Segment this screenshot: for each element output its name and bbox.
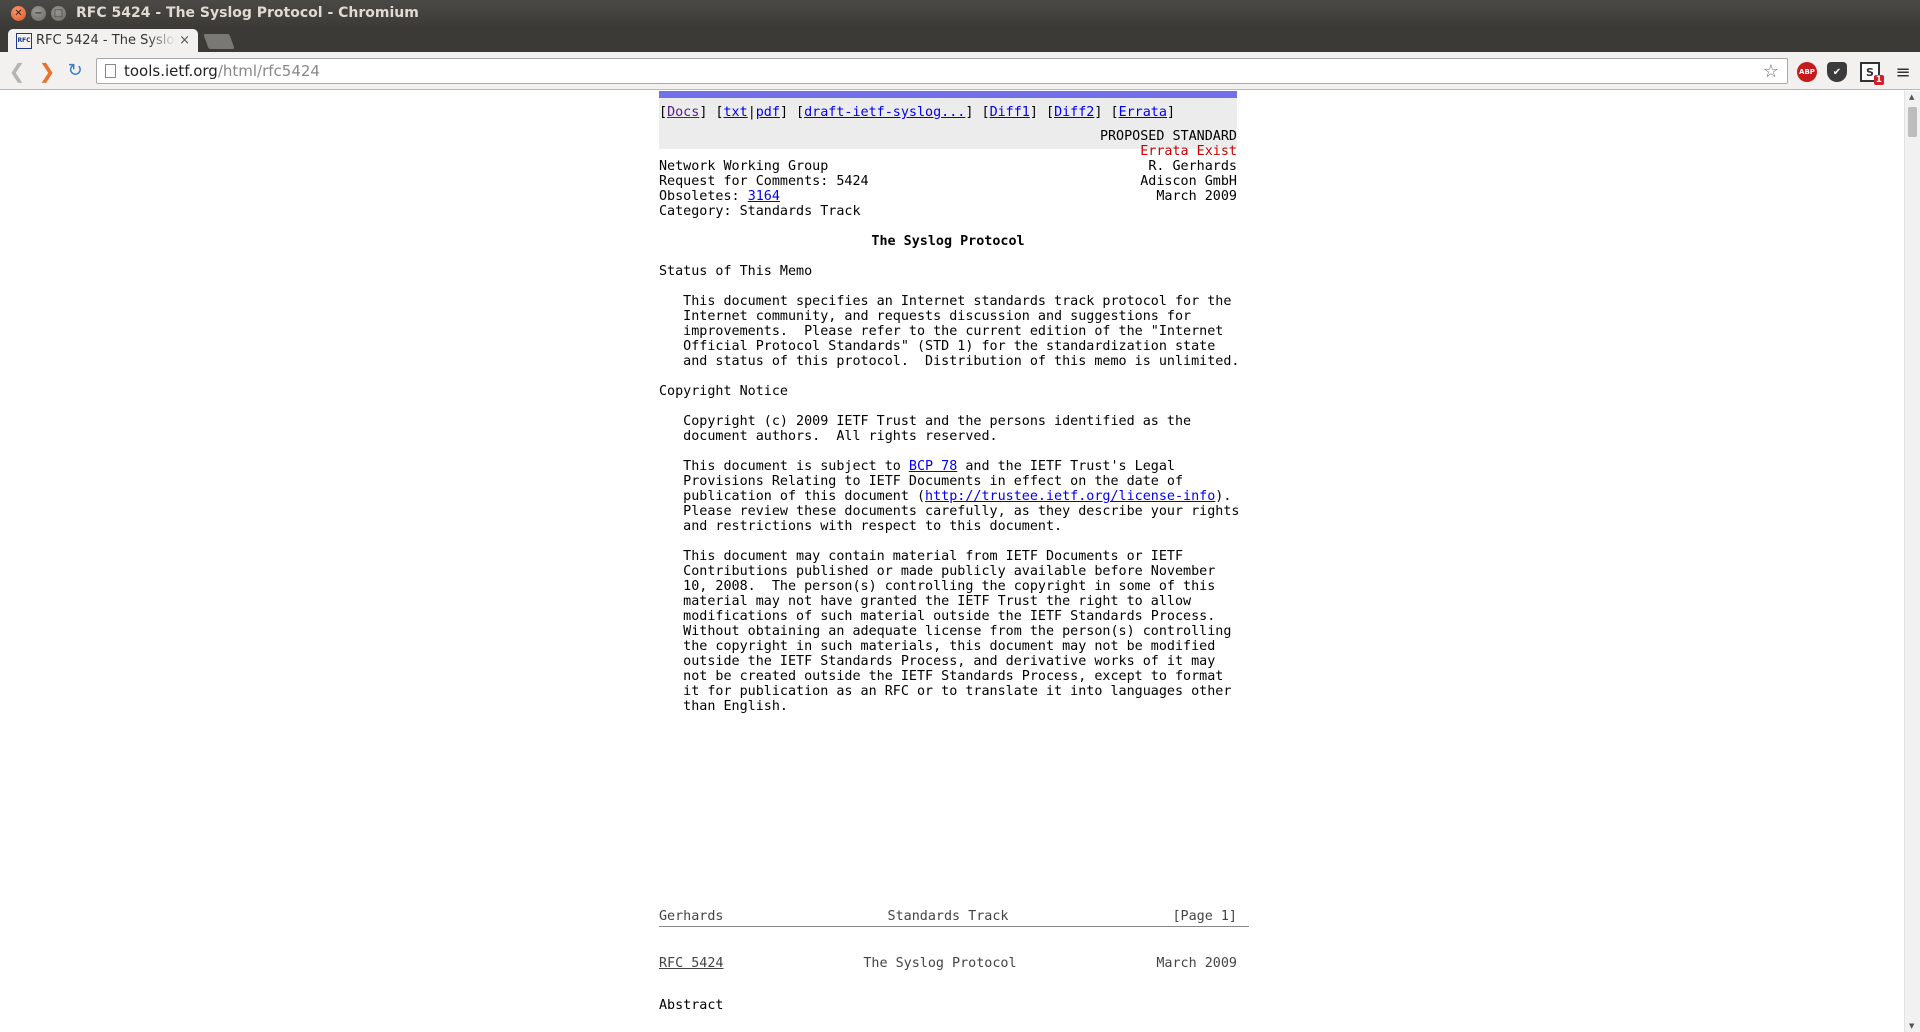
extension-icon[interactable]: S1 [1860,62,1884,85]
status-para-line: Internet community, and requests discuss… [659,309,1192,324]
extension-badge: 1 [1873,75,1884,85]
status-label: PROPOSED STANDARD [1099,129,1237,144]
obsoletes-link[interactable]: 3164 [748,189,780,204]
copyright-para-line: document authors. All rights reserved. [659,429,998,444]
window-maximize-button[interactable]: □ [51,6,66,21]
material-para-line: not be created outside the IETF Standard… [659,669,1224,684]
txt-link[interactable]: txt [724,105,748,120]
url-path: /html/rfc5424 [217,62,320,80]
pocket-icon[interactable]: ✔ [1827,62,1847,82]
tab-label: RFC 5424 - The Syslog Protocol [36,33,176,48]
header-left-2: Request for Comments: 5424 [659,174,869,189]
url-host: tools.ietf.org [124,62,218,80]
page-viewport: [Docs] [txt|pdf] [draft-ietf-syslog...] … [0,91,1920,1032]
rfc-favicon-icon: RFC [16,32,32,49]
copyright-heading: Copyright Notice [659,384,788,399]
header-right-2: Adiscon GmbH [1140,174,1237,189]
new-tab-button[interactable] [203,34,235,49]
errata-exist-label: Errata Exist [1140,144,1237,159]
running-header-date: March 2009 [1156,956,1237,971]
material-para-line: the copyright in such materials, this do… [659,639,1216,654]
status-para-line: Official Protocol Standards" (STD 1) for… [659,339,1216,354]
scroll-thumb[interactable] [1908,107,1917,137]
doc-nav-links: [Docs] [txt|pdf] [draft-ietf-syslog...] … [659,105,1175,120]
running-header-title: The Syslog Protocol [863,956,1017,971]
tab-rfc5424[interactable]: RFC RFC 5424 - The Syslog Protocol × [8,29,198,52]
bcp-line-1: This document is subject to BCP 78 and t… [659,459,1249,474]
scroll-up-arrow-icon[interactable]: ▲ [1909,93,1914,101]
adblock-plus-icon[interactable]: ABP [1797,62,1817,82]
material-para-line: material may not have granted the IETF T… [659,594,1192,609]
docs-link[interactable]: Docs [667,105,699,120]
scroll-down-arrow-icon[interactable]: ▼ [1909,1022,1914,1030]
page-icon [105,64,116,78]
footer-left: Gerhards [659,909,724,924]
header-row-4: Category: Standards Track [659,204,1237,219]
status-heading: Status of This Memo [659,264,813,279]
abstract-heading: Abstract [659,998,724,1013]
window-title: RFC 5424 - The Syslog Protocol - Chromiu… [76,5,419,21]
doc-meta: [Docs] [txt|pdf] [draft-ietf-syslog...] … [659,98,1237,149]
window-minimize-button[interactable]: − [31,6,46,21]
tab-strip: RFC RFC 5424 - The Syslog Protocol × [0,28,1920,52]
page-footer: Gerhards Standards Track [Page 1] [659,909,1237,924]
header-left-1: Network Working Group [659,159,829,174]
bcp-line-5: and restrictions with respect to this do… [659,519,1063,534]
rfc-document: [Docs] [txt|pdf] [draft-ietf-syslog...] … [659,91,1249,1013]
bcp-post-text: and the IETF Trust's Legal [957,459,1175,474]
address-bar[interactable]: tools.ietf.org/html/rfc5424 ☆ [96,58,1788,84]
material-para-line: Contributions published or made publicly… [659,564,1216,579]
header-left-4: Category: Standards Track [659,204,861,219]
status-para-line: and status of this protocol. Distributio… [659,354,1240,369]
diff2-link[interactable]: Diff2 [1054,105,1094,120]
footer-right: [Page 1] [1172,909,1238,924]
footer-center: Standards Track [887,909,1009,924]
header-right-3: March 2009 [1156,189,1237,204]
draft-link[interactable]: draft-ietf-syslog... [804,105,965,120]
obsoletes-label: Obsoletes: [659,189,748,204]
doc-title: The Syslog Protocol [871,234,1025,249]
header-row-3: Obsoletes: 3164 March 2009 [659,189,1237,204]
forward-arrow-icon[interactable]: ❯ [36,60,58,82]
bcp78-link[interactable]: BCP 78 [909,459,957,474]
window-titlebar: ✕ − □ RFC 5424 - The Syslog Protocol - C… [0,0,1920,28]
reload-icon[interactable]: ↻ [64,60,86,82]
chrome-menu-icon[interactable]: ≡ [1893,62,1913,83]
bcp-line-3: publication of this document (http://tru… [659,489,1249,504]
status-para-line: This document specifies an Internet stan… [659,294,1232,309]
window-close-button[interactable]: ✕ [11,6,26,21]
running-header: RFC 5424 The Syslog Protocol March 2009 [659,956,1237,971]
status-para-line: improvements. Please refer to the curren… [659,324,1224,339]
material-para-line: it for publication as an RFC or to trans… [659,684,1232,699]
pdf-link[interactable]: pdf [756,105,780,120]
header-row-1: Network Working Group R. Gerhards [659,159,1237,174]
bcp-line3-post: ). [1215,489,1232,504]
header-bar [659,91,1237,98]
tab-close-icon[interactable]: × [179,33,190,48]
running-header-rfc-link[interactable]: RFC 5424 [659,956,724,971]
vertical-scrollbar[interactable]: ▲ ▼ [1904,91,1920,1032]
material-para-line: than English. [659,699,788,714]
bcp-pre-text: This document is subject to [659,459,909,474]
bcp-line-4: Please review these documents carefully,… [659,504,1240,519]
copyright-para-line: Copyright (c) 2009 IETF Trust and the pe… [659,414,1192,429]
material-para-line: 10, 2008. The person(s) controlling the … [659,579,1216,594]
bcp-line3-pre: publication of this document ( [659,489,926,504]
errata-link[interactable]: Errata [1119,105,1167,120]
material-para-line: Without obtaining an adequate license fr… [659,624,1232,639]
header-left-3: Obsoletes: 3164 [659,189,780,204]
material-para-line: modifications of such material outside t… [659,609,1216,624]
bcp-line-2: Provisions Relating to IETF Documents in… [659,474,1184,489]
license-info-link[interactable]: http://trustee.ietf.org/license-info [925,489,1215,504]
material-para-line: outside the IETF Standards Process, and … [659,654,1216,669]
back-arrow-icon[interactable]: ❮ [6,60,28,82]
bookmark-star-icon[interactable]: ☆ [1763,61,1779,82]
material-para-line: This document may contain material from … [659,549,1184,564]
header-row-2: Request for Comments: 5424 Adiscon GmbH [659,174,1237,189]
diff1-link[interactable]: Diff1 [990,105,1030,120]
header-right-1: R. Gerhards [1148,159,1237,174]
browser-toolbar: ❮ ❯ ↻ tools.ietf.org/html/rfc5424 ☆ ABP … [0,52,1920,90]
